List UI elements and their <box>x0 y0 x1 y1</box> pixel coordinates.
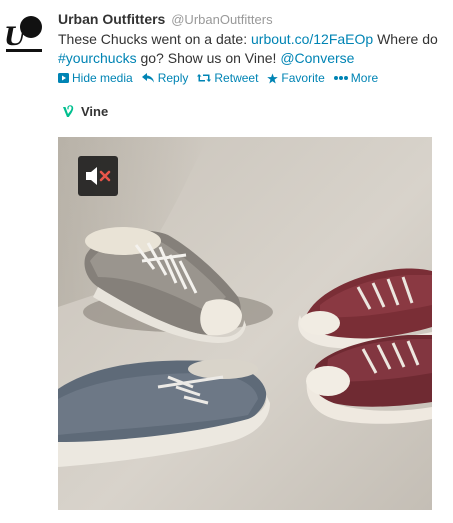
account-handle[interactable]: @UrbanOutfitters <box>171 12 272 27</box>
tweet: Urban Outfitters @UrbanOutfitters These … <box>58 10 450 86</box>
tweet-link[interactable]: urbout.co/12FaEOp <box>251 31 373 47</box>
hide-media-label: Hide media <box>72 71 133 85</box>
mention-link[interactable]: @Converse <box>280 50 354 66</box>
retweet-label: Retweet <box>214 71 259 85</box>
tweet-text-part: Where do <box>373 31 438 47</box>
star-icon <box>267 72 279 84</box>
svg-text:U: U <box>4 22 28 51</box>
favorite-label: Favorite <box>281 71 325 85</box>
ellipsis-icon <box>333 76 348 80</box>
vine-label: Vine <box>81 104 109 119</box>
reply-icon <box>141 73 154 83</box>
reply-label: Reply <box>157 71 189 85</box>
retweet-icon <box>197 74 212 82</box>
favorite-button[interactable]: Favorite <box>267 70 325 86</box>
tweet-text: These Chucks went on a date: urbout.co/1… <box>58 30 450 68</box>
vine-icon <box>63 105 74 117</box>
hide-media-button[interactable]: Hide media <box>58 70 133 86</box>
card-source[interactable]: Vine <box>62 104 108 119</box>
vine-video[interactable] <box>58 137 432 510</box>
more-button[interactable]: More <box>333 70 379 86</box>
mute-button[interactable] <box>78 156 118 196</box>
hashtag-link[interactable]: #yourchucks <box>58 50 137 66</box>
uo-logo: U <box>4 16 42 52</box>
play-box-icon <box>58 73 69 83</box>
tweet-header: Urban Outfitters @UrbanOutfitters <box>58 10 450 29</box>
tweet-text-part: go? Show us on Vine! <box>136 50 281 66</box>
avatar[interactable]: U <box>3 14 45 56</box>
reply-button[interactable]: Reply <box>141 70 189 86</box>
retweet-button[interactable]: Retweet <box>197 70 258 86</box>
speaker-muted-icon <box>86 167 111 185</box>
tweet-text-part: These Chucks went on a date: <box>58 31 251 47</box>
account-name[interactable]: Urban Outfitters <box>58 11 165 27</box>
tweet-actions: Hide media Reply Retweet Favorite More <box>58 70 450 86</box>
more-label: More <box>350 71 379 85</box>
